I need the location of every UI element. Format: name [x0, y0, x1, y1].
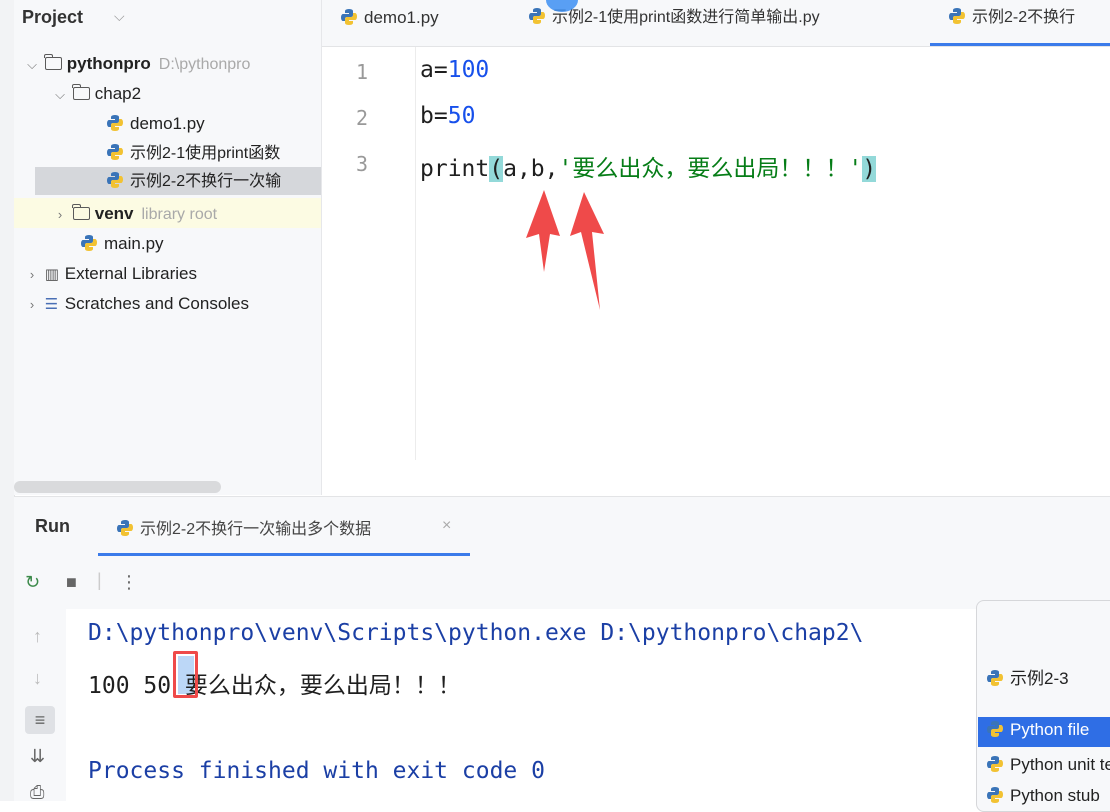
run-tab[interactable]: 示例2-2不换行一次输出多个数据 [116, 515, 371, 539]
console-exit-message: Process finished with exit code 0 [88, 758, 545, 784]
tree-item-label: demo1.py [130, 114, 205, 133]
annotation-box [173, 651, 198, 698]
folder-icon [72, 84, 90, 100]
popup-item-python-file[interactable]: Python file [986, 720, 1110, 740]
tree-item-label: pythonpro [66, 54, 151, 73]
tree-item-label: 示例2-1使用print函数 [130, 145, 281, 162]
tree-item-label: External Libraries [64, 264, 198, 283]
tab-label: demo1.py [364, 8, 439, 27]
horizontal-scrollbar[interactable] [14, 481, 221, 493]
tree-item-scratches[interactable]: › ☰ Scratches and Consoles [24, 290, 249, 318]
tree-item-external-libraries[interactable]: › ▥ External Libraries [24, 260, 197, 288]
popup-item-python-unit-test[interactable]: Python unit test [986, 755, 1110, 775]
code-line-2[interactable]: b=50 [420, 103, 475, 129]
popup-name-input[interactable]: 示例2-3 [986, 664, 1110, 689]
tree-item-demo1[interactable]: demo1.py [106, 110, 205, 138]
line-number: 3 [355, 152, 368, 176]
folder-icon [44, 54, 62, 70]
python-file-icon [107, 144, 123, 160]
popup-item-label: Python unit test [1010, 755, 1110, 774]
tree-item-hint: library root [141, 206, 218, 223]
python-file-icon [117, 520, 133, 536]
tree-item-venv[interactable]: › venv library root [52, 200, 217, 228]
chevron-right-icon[interactable]: › [24, 291, 40, 319]
scratches-icon: ☰ [44, 296, 59, 313]
tree-item-pythonpro[interactable]: ⌵ pythonpro D:\pythonpro [24, 50, 250, 78]
python-file-icon [987, 670, 1003, 686]
tab-example-2-2[interactable]: 示例2-2不换行 [930, 0, 1110, 46]
scroll-to-end-icon[interactable]: ⇊ [30, 746, 45, 767]
python-file-icon [81, 235, 97, 251]
library-icon: ▥ [44, 266, 59, 283]
print-icon[interactable]: ⎙ [30, 782, 44, 803]
python-file-icon [987, 787, 1003, 803]
run-panel-title[interactable]: Run [35, 516, 70, 537]
code-token-paren: ( [489, 156, 504, 182]
python-file-icon [987, 756, 1003, 772]
chevron-down-icon[interactable]: ⌵ [114, 8, 125, 25]
line-number: 1 [355, 60, 368, 84]
code-token-op: = [433, 57, 448, 83]
run-tab-indicator [98, 553, 470, 556]
toolbar-divider: | [97, 570, 102, 590]
rerun-icon[interactable]: ↻ [25, 572, 40, 593]
code-token-paren: ) [862, 156, 877, 182]
tab-label: 示例2-2不换行 [972, 9, 1076, 26]
popup-item-python-stub[interactable]: Python stub [986, 786, 1110, 806]
stop-icon[interactable]: ■ [66, 572, 77, 593]
more-options-icon[interactable]: ⋮ [120, 572, 138, 593]
line-number: 2 [355, 106, 368, 130]
chevron-down-icon[interactable]: ⌵ [24, 51, 40, 79]
python-file-icon [949, 8, 965, 24]
code-token-number: 100 [447, 57, 490, 83]
scroll-up-icon[interactable]: ↑ [33, 626, 42, 647]
chevron-down-icon[interactable]: ⌵ [52, 81, 68, 109]
python-file-icon [529, 8, 545, 24]
popup-input-value: 示例2-3 [1010, 669, 1069, 688]
project-panel-title[interactable]: Project [22, 7, 83, 28]
code-token-op: = [433, 103, 448, 129]
scroll-down-icon[interactable]: ↓ [33, 668, 42, 689]
tree-item-label: chap2 [94, 84, 142, 103]
run-tab-label: 示例2-2不换行一次输出多个数据 [140, 521, 372, 538]
tree-item-example-2-2[interactable]: 示例2-2不换行一次输 [106, 168, 281, 196]
tab-label: 示例2-1使用print函数进行简单输出.py [552, 9, 820, 26]
code-line-1[interactable]: a=100 [420, 57, 489, 83]
popup-item-label: Python file [1010, 720, 1090, 739]
python-file-icon [987, 721, 1003, 737]
python-file-icon [107, 115, 123, 131]
code-line-3[interactable]: print(a,b,'要么出众，要么出局！！！') [420, 149, 877, 183]
tree-item-main[interactable]: main.py [80, 230, 164, 258]
console-output: 100 50 要么出众，要么出局！！！ [88, 673, 461, 699]
run-toolbar [14, 557, 1110, 609]
python-file-icon [107, 172, 123, 188]
folder-icon [72, 204, 90, 220]
python-file-icon [341, 9, 357, 25]
code-token-fn: print [420, 156, 490, 182]
code-token-string: '要么出众，要么出局！！！' [558, 156, 863, 182]
tree-item-label: main.py [104, 234, 164, 253]
code-token-var: b [420, 103, 434, 129]
tree-item-chap2[interactable]: ⌵ chap2 [52, 80, 141, 108]
tool-window-strip [0, 0, 15, 801]
new-file-popup [976, 600, 1110, 812]
code-token-number: 50 [447, 103, 476, 129]
tab-demo1[interactable]: demo1.py [340, 0, 439, 46]
close-icon[interactable]: × [442, 517, 451, 535]
popup-item-label: Python stub [1010, 786, 1100, 805]
tree-item-hint: D:\pythonpro [158, 56, 251, 73]
chevron-right-icon[interactable]: › [24, 261, 40, 289]
chevron-right-icon[interactable]: › [52, 201, 68, 229]
tree-item-label: venv [94, 204, 134, 223]
console-command: D:\pythonpro\venv\Scripts\python.exe D:\… [88, 620, 864, 646]
tree-item-label: Scratches and Consoles [64, 294, 250, 313]
soft-wrap-icon[interactable]: ≡ [25, 706, 55, 734]
code-token-var: a [420, 57, 434, 83]
tree-item-label: 示例2-2不换行一次输 [130, 173, 282, 190]
annotation-arrows [526, 190, 604, 310]
code-token-args: a,b, [503, 156, 559, 182]
tree-item-example-2-1[interactable]: 示例2-1使用print函数 [106, 140, 280, 168]
